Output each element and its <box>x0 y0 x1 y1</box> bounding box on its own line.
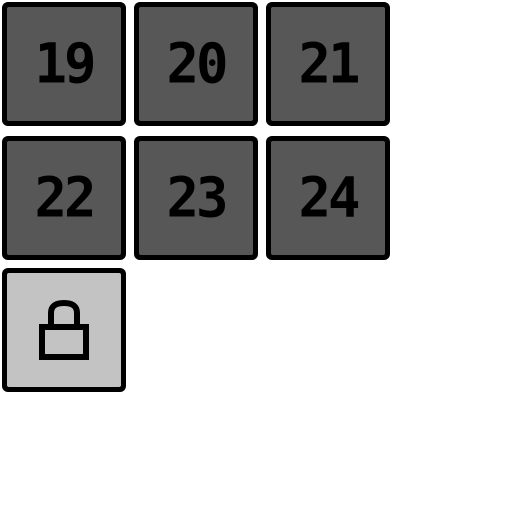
level-tile-face: 23 <box>139 141 253 255</box>
level-grid: 19 20 21 22 23 24 <box>2 2 394 394</box>
level-number: 20 <box>166 31 228 96</box>
level-tile-locked[interactable] <box>2 268 126 392</box>
level-tile-face: 21 <box>271 7 385 121</box>
lock-icon <box>38 297 90 363</box>
level-tile-22[interactable]: 22 <box>2 136 126 260</box>
level-tile-19[interactable]: 19 <box>2 2 126 126</box>
level-tile-24[interactable]: 24 <box>266 136 390 260</box>
level-number: 22 <box>34 165 96 230</box>
level-number: 23 <box>166 165 228 230</box>
level-tile-21[interactable]: 21 <box>266 2 390 126</box>
level-tile-face: 22 <box>7 141 121 255</box>
level-number: 21 <box>298 31 360 96</box>
level-tile-23[interactable]: 23 <box>134 136 258 260</box>
level-tile-20[interactable]: 20 <box>134 2 258 126</box>
level-tile-face: 19 <box>7 7 121 121</box>
level-number: 19 <box>34 31 96 96</box>
level-number: 24 <box>298 165 360 230</box>
level-tile-face: 20 <box>139 7 253 121</box>
level-tile-face <box>7 273 121 387</box>
level-tile-face: 24 <box>271 141 385 255</box>
